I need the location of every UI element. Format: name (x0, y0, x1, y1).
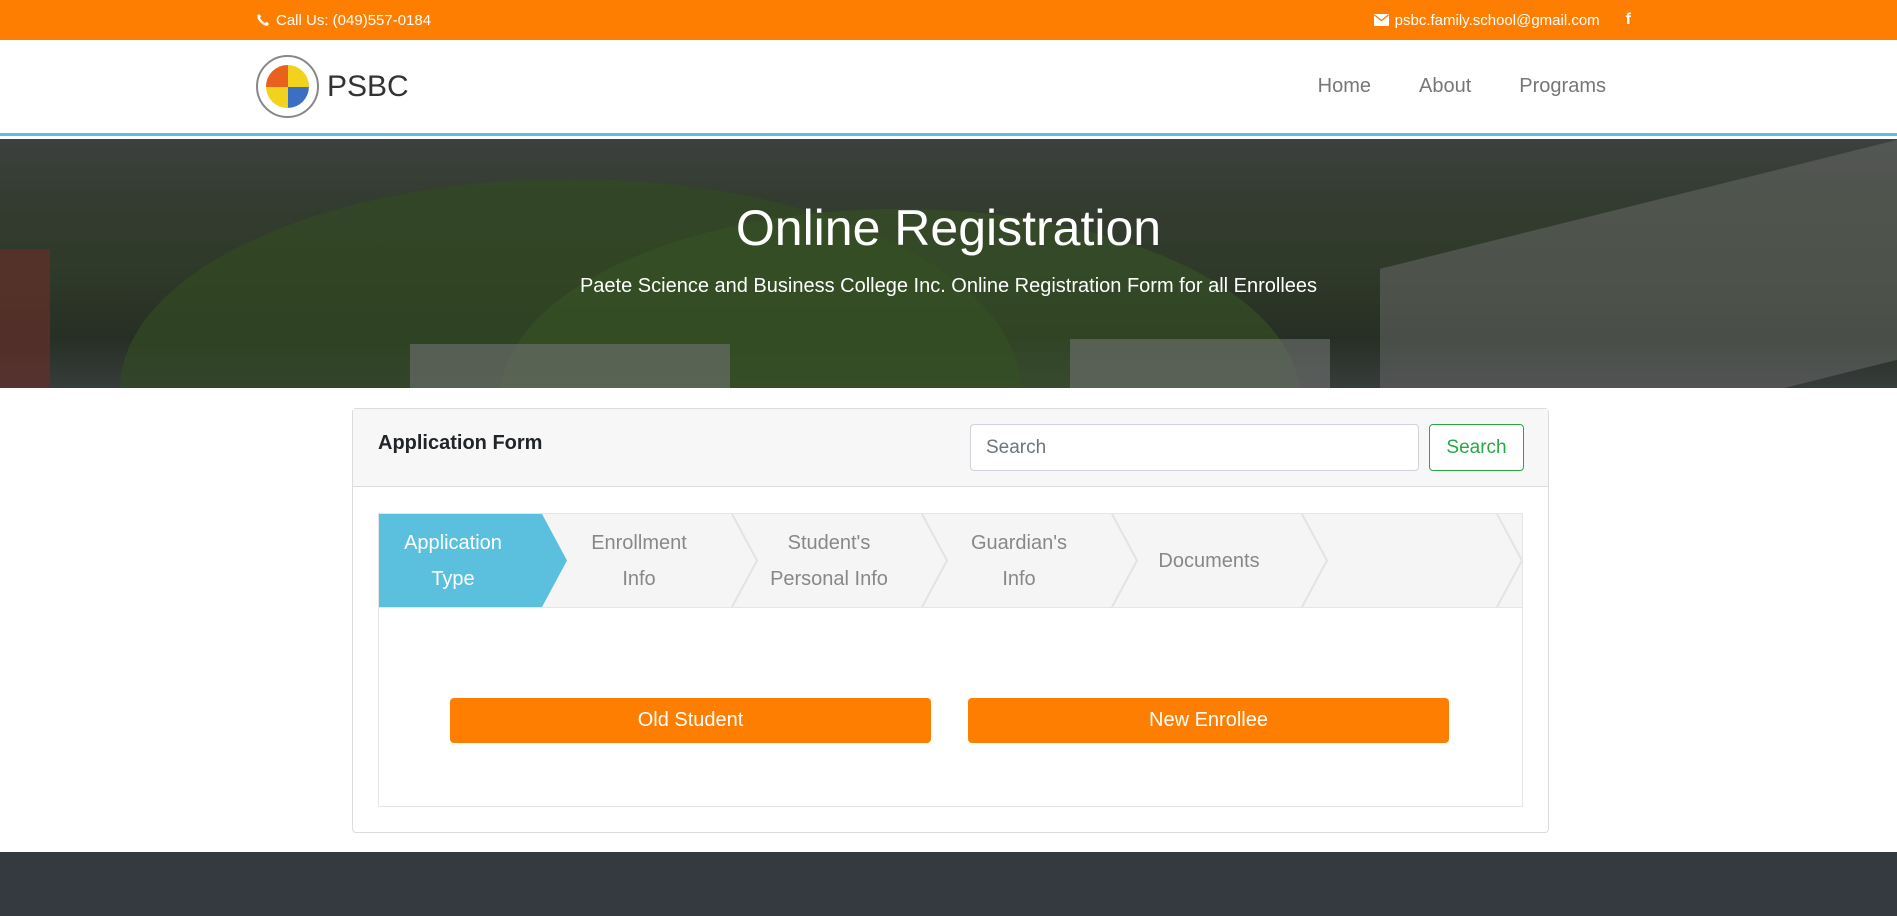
new-enrollee-button[interactable]: New Enrollee (968, 698, 1449, 743)
step-separator (1301, 514, 1329, 607)
phone-text: Call Us: (049)557-0184 (276, 11, 432, 29)
hero-title: Online Registration (735, 200, 1162, 256)
hero-overlay (0, 139, 1897, 388)
step-students-personal-info[interactable]: Student's Personal Info (739, 514, 919, 607)
page-footer (0, 852, 1897, 916)
step-guardians-info[interactable]: Guardian's Info (929, 514, 1109, 607)
wizard-steps: Application Type Enrollment Info Student's… (379, 514, 1522, 608)
brand[interactable]: PSBC (256, 55, 409, 118)
card-title: Application Form (378, 432, 543, 454)
search-button[interactable]: Search (1429, 424, 1524, 471)
nav-item-home[interactable]: Home (1318, 75, 1371, 98)
phone-contact[interactable]: Call Us: (049)557-0184 (256, 0, 431, 40)
envelope-icon (1373, 14, 1389, 26)
application-form-card: Application Form Search ApplicationType … (352, 408, 1549, 833)
main-navbar: PSBC Home About Programs (0, 40, 1897, 136)
school-logo (256, 55, 319, 118)
step-documents[interactable]: Documents (1119, 514, 1299, 607)
nav-menu: Home About Programs (1318, 40, 1606, 133)
brand-name: PSBC (327, 69, 409, 103)
nav-item-about[interactable]: About (1419, 75, 1471, 98)
registration-wizard: Application Type Enrollment Info Student's… (378, 513, 1523, 807)
phone-icon (257, 14, 269, 26)
nav-item-programs[interactable]: Programs (1519, 75, 1606, 98)
step-separator (1496, 514, 1522, 607)
old-student-button[interactable]: Old Student (450, 698, 931, 743)
search-input[interactable] (970, 424, 1419, 471)
hero-banner: Online Registration Paete Science and Bu… (0, 139, 1897, 388)
hero-subtitle: Paete Science and Business College Inc. … (579, 275, 1318, 297)
top-contact-bar: Call Us: (049)557-0184 psbc.family.schoo… (0, 0, 1897, 40)
card-header: Application Form Search (353, 409, 1548, 487)
email-contact: psbc.family.school@gmail.com f (1373, 0, 1631, 40)
email-link[interactable]: psbc.family.school@gmail.com (1395, 12, 1600, 29)
facebook-icon[interactable]: f (1626, 11, 1631, 29)
step-enrollment-info[interactable]: Enrollment Info (549, 514, 729, 607)
step-application-type[interactable]: Application Type (379, 514, 527, 607)
